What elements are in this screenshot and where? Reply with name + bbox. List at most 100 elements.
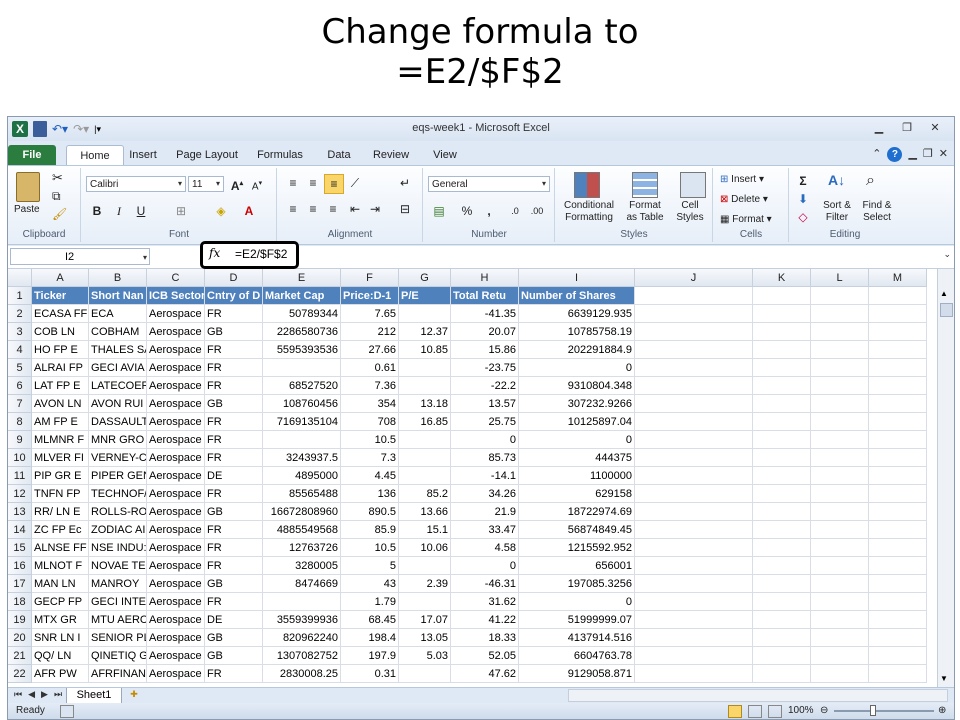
scroll-down-icon[interactable]: ▼ (940, 674, 948, 683)
next-sheet-icon[interactable]: ▶ (41, 689, 48, 700)
table-cell[interactable]: HO FP E (32, 341, 89, 359)
table-cell[interactable]: 0 (451, 431, 519, 449)
zoom-level[interactable]: 100% (788, 703, 814, 719)
currency-icon[interactable]: ▤ (430, 202, 448, 220)
normal-view-icon[interactable] (728, 705, 742, 718)
table-cell[interactable]: AFR PW (32, 665, 89, 683)
row-header[interactable]: 6 (8, 377, 32, 395)
table-cell[interactable]: LATECOER (89, 377, 147, 395)
table-cell[interactable] (753, 377, 811, 395)
table-cell[interactable] (635, 665, 753, 683)
decrease-decimal-icon[interactable]: .00 (528, 202, 546, 220)
table-cell[interactable]: ECASA FF (32, 305, 89, 323)
table-cell[interactable]: DE (205, 467, 263, 485)
align-top-icon[interactable]: ≡ (284, 174, 302, 192)
column-header[interactable]: B (89, 269, 147, 287)
table-cell[interactable] (635, 377, 753, 395)
table-cell[interactable]: 85.9 (341, 521, 399, 539)
table-cell[interactable] (753, 557, 811, 575)
font-size-combo[interactable]: 11 ▾ (188, 176, 224, 192)
table-cell[interactable] (869, 521, 927, 539)
table-cell[interactable] (811, 611, 869, 629)
row-header[interactable]: 17 (8, 575, 32, 593)
row-header[interactable]: 20 (8, 629, 32, 647)
row-header[interactable]: 1 (8, 287, 32, 305)
table-cell[interactable] (811, 323, 869, 341)
table-cell[interactable]: Aerospace (147, 575, 205, 593)
table-cell[interactable]: 0.31 (341, 665, 399, 683)
table-cell[interactable] (869, 665, 927, 683)
table-cell[interactable]: 136 (341, 485, 399, 503)
table-cell[interactable]: 197.9 (341, 647, 399, 665)
table-cell[interactable]: 13.57 (451, 395, 519, 413)
insert-sheet-icon[interactable]: ✚ (126, 689, 142, 702)
table-cell[interactable]: 10.85 (399, 341, 451, 359)
table-cell[interactable] (753, 449, 811, 467)
format-as-table-button[interactable]: Format as Table (624, 200, 666, 224)
table-cell[interactable] (869, 647, 927, 665)
autosum-icon[interactable]: Σ (794, 172, 812, 190)
table-cell[interactable] (399, 467, 451, 485)
table-cell[interactable]: QQ/ LN (32, 647, 89, 665)
table-cell[interactable] (635, 323, 753, 341)
table-cell[interactable] (811, 377, 869, 395)
row-header[interactable]: 3 (8, 323, 32, 341)
header-cell[interactable]: Market Cap (263, 287, 341, 305)
table-cell[interactable]: 1.79 (341, 593, 399, 611)
row-header[interactable]: 5 (8, 359, 32, 377)
table-cell[interactable]: 18722974.69 (519, 503, 635, 521)
table-cell[interactable]: RR/ LN E (32, 503, 89, 521)
table-cell[interactable]: 0 (519, 431, 635, 449)
table-cell[interactable]: AVON LN (32, 395, 89, 413)
cut-icon[interactable]: ✂ (52, 171, 63, 184)
table-cell[interactable]: 2.39 (399, 575, 451, 593)
font-name-combo[interactable]: Calibri ▾ (86, 176, 186, 192)
table-cell[interactable] (811, 539, 869, 557)
table-cell[interactable]: Aerospace (147, 449, 205, 467)
underline-button[interactable]: U (132, 202, 150, 220)
table-cell[interactable]: FR (205, 665, 263, 683)
table-cell[interactable] (635, 431, 753, 449)
formula-input[interactable]: =E2/$F$2 (235, 247, 287, 261)
table-cell[interactable]: AFRFINAN (89, 665, 147, 683)
fill-color-icon[interactable]: ◈ (212, 202, 230, 220)
table-cell[interactable]: VERNEY-C (89, 449, 147, 467)
table-cell[interactable] (263, 359, 341, 377)
table-cell[interactable]: 7.36 (341, 377, 399, 395)
column-header[interactable]: D (205, 269, 263, 287)
cell-styles-icon[interactable] (680, 172, 706, 198)
table-cell[interactable] (399, 431, 451, 449)
table-cell[interactable]: 444375 (519, 449, 635, 467)
row-header[interactable]: 15 (8, 539, 32, 557)
minimize-icon[interactable]: ▁ (866, 119, 892, 137)
table-cell[interactable] (811, 395, 869, 413)
table-cell[interactable]: 68527520 (263, 377, 341, 395)
table-cell[interactable]: COB LN (32, 323, 89, 341)
table-cell[interactable]: 31.62 (451, 593, 519, 611)
doc-restore-icon[interactable]: ❐ (923, 147, 933, 162)
table-cell[interactable]: ZODIAC AI (89, 521, 147, 539)
table-cell[interactable]: ROLLS-RO (89, 503, 147, 521)
header-cell[interactable]: Total Retu (451, 287, 519, 305)
table-cell[interactable] (399, 377, 451, 395)
table-cell[interactable]: GB (205, 323, 263, 341)
table-cell[interactable] (635, 557, 753, 575)
table-cell[interactable]: 16.85 (399, 413, 451, 431)
table-cell[interactable]: 0 (451, 557, 519, 575)
table-cell[interactable]: FR (205, 341, 263, 359)
table-cell[interactable] (753, 467, 811, 485)
italic-button[interactable]: I (110, 202, 128, 220)
header-cell[interactable]: Short Nan (89, 287, 147, 305)
table-cell[interactable] (869, 341, 927, 359)
table-cell[interactable] (753, 431, 811, 449)
table-cell[interactable] (753, 629, 811, 647)
table-cell[interactable] (753, 359, 811, 377)
column-header[interactable]: H (451, 269, 519, 287)
row-header[interactable]: 7 (8, 395, 32, 413)
zoom-in-icon[interactable]: ⊕ (938, 703, 946, 719)
table-cell[interactable]: Aerospace (147, 665, 205, 683)
table-cell[interactable]: 1215592.952 (519, 539, 635, 557)
table-cell[interactable]: GECP FP (32, 593, 89, 611)
table-cell[interactable]: 5 (341, 557, 399, 575)
table-cell[interactable]: 202291884.9 (519, 341, 635, 359)
